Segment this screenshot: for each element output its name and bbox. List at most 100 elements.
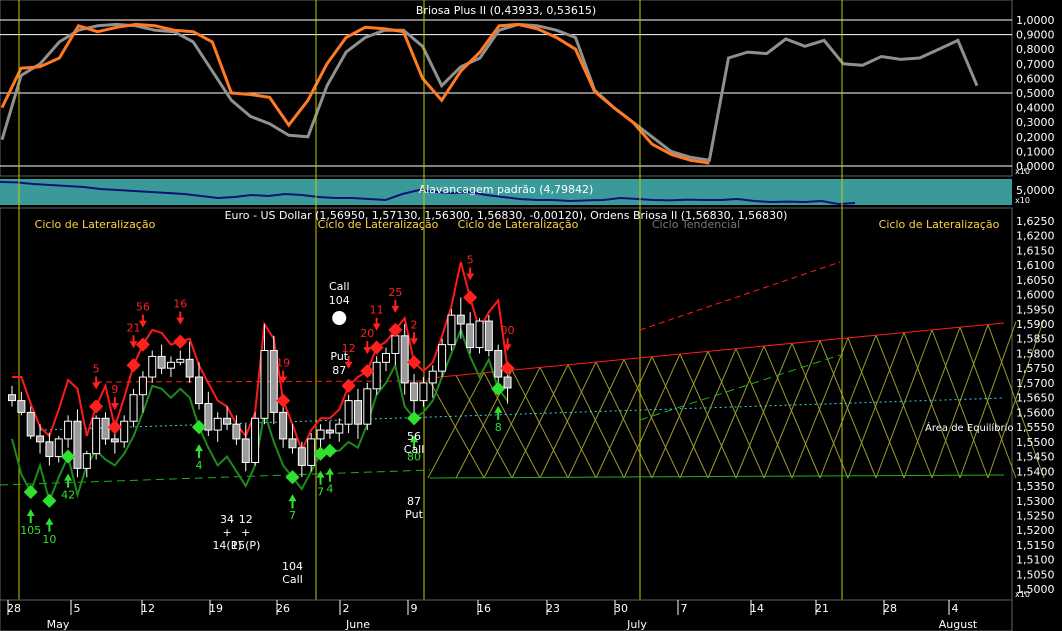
annotation-label: 87 (332, 364, 346, 377)
candle-body (456, 314, 465, 325)
x-axis-day-label: 2 (343, 602, 350, 615)
candle-body (428, 370, 437, 384)
candle-body (26, 411, 35, 437)
x-axis-day-label: 14 (750, 602, 764, 615)
candle-body (157, 355, 166, 369)
leverage-title: Alavancagem padrão (4,79842) (419, 183, 594, 196)
candle-body (138, 376, 147, 396)
price-tick-label: 1,6200 (1016, 230, 1055, 243)
x-axis-month-label: May (47, 618, 70, 631)
candle-body (410, 382, 419, 402)
annotation-label: 87 (407, 495, 421, 508)
candle-body (110, 438, 119, 443)
buy-signal-label: 7 (317, 486, 324, 499)
price-tick-label: 1,5150 (1016, 539, 1055, 552)
annotation-label: Put (405, 508, 423, 521)
candle-body (73, 420, 82, 469)
sell-signal-label: 5 (93, 363, 100, 376)
x-axis-month-label: June (345, 618, 370, 631)
price-tick-label: 1,5050 (1016, 568, 1055, 581)
buy-signal-label: 4 (196, 459, 203, 472)
oscillator-tick-label: 0,2000 (1016, 131, 1055, 144)
x-axis-day-label: 16 (477, 602, 491, 615)
stop-sign-icon (332, 311, 347, 325)
x-axis-month-label: July (626, 618, 647, 631)
price-tick-label: 1,5600 (1016, 406, 1055, 419)
x-axis-day-label: 4 (952, 602, 959, 615)
x-axis-day-label: 9 (411, 602, 418, 615)
chart-canvas: Briosa Plus II (0,43933, 0,53615) 1,0000… (0, 0, 1062, 631)
price-tick-label: 1,5700 (1016, 377, 1055, 390)
buy-signal-label: 8 (495, 421, 502, 434)
annotation-label: 34 (220, 513, 234, 526)
candle-body (400, 335, 409, 384)
annotation-label: 104 (329, 294, 350, 307)
leverage-panel: Alavancagem padrão (4,79842) 5,0000 x10 (0, 179, 1055, 206)
oscillator-tick-label: 0,7000 (1016, 58, 1055, 71)
x-axis-day-label: 21 (815, 602, 829, 615)
candle-body (353, 400, 362, 425)
candle-body (288, 438, 297, 449)
candle-body (279, 411, 288, 440)
oscillator-tick-label: 0,9000 (1016, 29, 1055, 42)
oscillator-tick-label: 0,3000 (1016, 116, 1055, 129)
cycle-label: Ciclo de Lateralização (879, 218, 1000, 231)
candle-body (185, 358, 194, 378)
candle-body (307, 438, 316, 466)
price-frame (0, 207, 1013, 601)
annotation-label: Call (404, 443, 425, 456)
candle-body (82, 453, 91, 469)
x-axis-day-label: 23 (546, 602, 560, 615)
annotation-label: 15(P) (231, 539, 260, 552)
x-axis-day-label: 28 (883, 602, 897, 615)
x-axis-day-labels: 28 5 12 19 26 2 9 16 23 30 7 14 21 28 4 (7, 600, 959, 615)
price-tick-label: 1,5800 (1016, 347, 1055, 360)
sell-signal-label: 19 (276, 357, 290, 370)
oscillator-tick-label: 0,5000 (1016, 87, 1055, 100)
price-tick-label: 1,5450 (1016, 451, 1055, 464)
buy-signal-label: 7 (289, 509, 296, 522)
candle-body (316, 429, 325, 440)
cycle-label: Ciclo de Lateralização (458, 218, 579, 231)
sell-signal-label: 16 (173, 298, 187, 311)
candle-body (466, 323, 475, 349)
x-axis-day-label: 7 (681, 602, 688, 615)
sell-signal-label: 2 (411, 318, 418, 331)
candle-body (260, 350, 269, 419)
buy-signal-label: 105 (20, 524, 41, 537)
candle-body (166, 361, 175, 369)
candle-body (54, 438, 63, 458)
candle-body (176, 358, 185, 363)
candle-body (223, 417, 232, 425)
oscillator-x10: x10 (1015, 167, 1030, 176)
candle-body (419, 382, 428, 402)
sell-signal-label: 9 (111, 383, 118, 396)
price-x10: x10 (1015, 590, 1030, 599)
buy-signal-label: 4 (326, 483, 333, 496)
x-axis-day-label: 30 (614, 602, 628, 615)
candle-body (36, 435, 45, 443)
sell-signal-label: 00 (501, 324, 515, 337)
price-tick-label: 1,5950 (1016, 303, 1055, 316)
candle-body (64, 420, 73, 440)
price-tick-label: 1,5500 (1016, 436, 1055, 449)
price-tick-label: 1,5300 (1016, 495, 1055, 508)
candle-body (391, 335, 400, 354)
leverage-x10: x10 (1015, 196, 1030, 205)
sell-signal-label: 11 (370, 304, 384, 317)
candle-body (232, 423, 241, 440)
candle-body (438, 344, 447, 372)
annotation-label: + (241, 526, 250, 539)
oscillator-title: Briosa Plus II (0,43933, 0,53615) (416, 4, 596, 17)
cycle-label: Ciclo Tendencial (652, 218, 740, 231)
price-tick-label: 1,5550 (1016, 421, 1055, 434)
cycle-label: Ciclo de Lateralização (318, 218, 439, 231)
price-tick-label: 1,5750 (1016, 362, 1055, 375)
oscillator-tick-label: 0,1000 (1016, 145, 1055, 158)
candle-body (344, 400, 353, 425)
candle-body (484, 320, 493, 352)
candle-body (372, 361, 381, 390)
price-tick-label: 1,5400 (1016, 465, 1055, 478)
oscillator-tick-label: 0,6000 (1016, 72, 1055, 85)
annotation-label: Put (330, 350, 348, 363)
